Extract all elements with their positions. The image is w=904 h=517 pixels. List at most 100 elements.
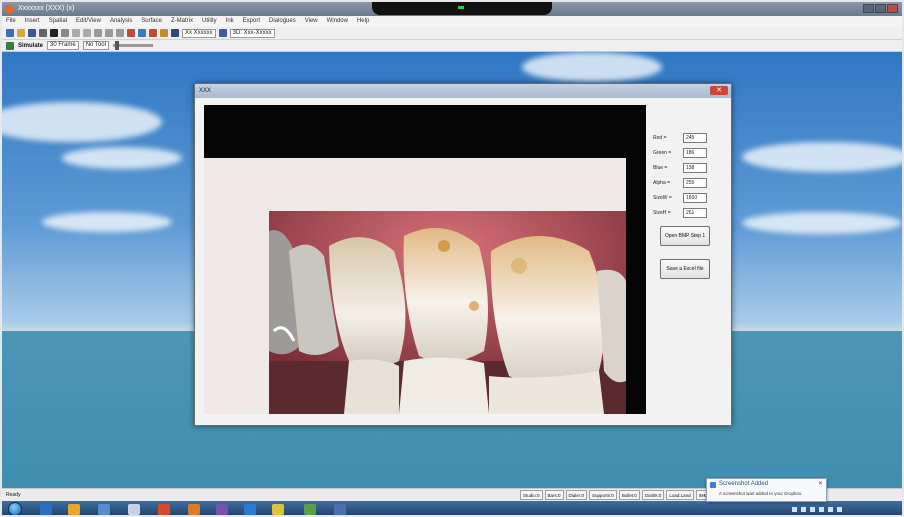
status-pane: Load:Land bbox=[666, 490, 694, 500]
field-alpha: Alpha = bbox=[653, 177, 723, 192]
screen: Xxxxxxx (XXX) (x) File Insert Spatial Ed… bbox=[0, 0, 904, 517]
menu-edit-view[interactable]: Edit/View bbox=[76, 16, 101, 27]
dialog-titlebar[interactable]: XXX bbox=[195, 84, 731, 98]
taskbar-app-icon[interactable] bbox=[128, 504, 140, 515]
cloud bbox=[742, 212, 902, 234]
maximize-button[interactable] bbox=[875, 4, 886, 13]
undo-icon[interactable] bbox=[72, 29, 80, 37]
tool-red-icon[interactable] bbox=[127, 29, 135, 37]
sizew-input[interactable] bbox=[683, 193, 707, 203]
camera-led-icon bbox=[458, 6, 464, 9]
open-folder-icon[interactable] bbox=[17, 29, 25, 37]
field-red: Red = bbox=[653, 132, 723, 147]
save-icon[interactable] bbox=[28, 29, 36, 37]
field-sizew-label: SizeW = bbox=[653, 195, 672, 201]
toolbar-select-2[interactable]: 3D: Xxx-Xxxxx bbox=[229, 28, 275, 38]
simulate-toolbar: Simulate 30 Frame No Tool bbox=[2, 40, 902, 52]
print-icon[interactable] bbox=[39, 29, 47, 37]
tool-3d-icon[interactable] bbox=[218, 29, 227, 37]
taskbar-skype-icon[interactable] bbox=[244, 504, 256, 515]
cut-icon[interactable] bbox=[94, 29, 102, 37]
menu-file[interactable]: File bbox=[6, 16, 16, 27]
close-button[interactable] bbox=[887, 4, 898, 13]
taskbar-app-icon[interactable] bbox=[272, 504, 284, 515]
tool-navy-icon[interactable] bbox=[171, 29, 179, 37]
menu-help[interactable]: Help bbox=[357, 16, 369, 27]
image-canvas[interactable] bbox=[204, 105, 646, 414]
tray-icon[interactable] bbox=[792, 506, 797, 512]
status-pane: Bars:0 bbox=[544, 490, 564, 500]
dropbox-icon bbox=[710, 482, 716, 488]
taskbar-explorer-icon[interactable] bbox=[68, 504, 80, 515]
copy-icon[interactable] bbox=[105, 29, 113, 37]
start-button[interactable] bbox=[8, 502, 22, 515]
dialog-close-button[interactable]: ✕ bbox=[710, 86, 728, 95]
dialog-title: XXX bbox=[199, 88, 212, 94]
point-icon[interactable] bbox=[50, 29, 58, 37]
minimize-button[interactable] bbox=[863, 4, 874, 13]
notification-toast[interactable]: Screenshot Added A screenshot was added … bbox=[706, 478, 827, 502]
tray-icon[interactable] bbox=[819, 506, 824, 512]
open-bmp-button[interactable]: Open BMP Step 1 bbox=[660, 226, 710, 246]
status-ready: Ready bbox=[6, 492, 21, 498]
teeth-photo bbox=[269, 211, 626, 414]
app-icon bbox=[5, 5, 13, 13]
taskbar-chrome-icon[interactable] bbox=[188, 504, 200, 515]
tool-orange-icon[interactable] bbox=[160, 29, 168, 37]
speed-slider[interactable] bbox=[112, 41, 153, 50]
tray-icon[interactable] bbox=[810, 506, 815, 512]
menu-window[interactable]: Window bbox=[327, 16, 348, 27]
new-file-icon[interactable] bbox=[6, 29, 14, 37]
menu-export[interactable]: Export bbox=[243, 16, 260, 27]
menu-z-matrix[interactable]: Z-Matrix bbox=[171, 16, 193, 27]
taskbar-app-icon[interactable] bbox=[216, 504, 228, 515]
toast-close-icon[interactable]: ✕ bbox=[818, 480, 823, 487]
cloud bbox=[42, 212, 172, 232]
taskbar-app-icon[interactable] bbox=[158, 504, 170, 515]
frame-select[interactable]: 30 Frame bbox=[47, 41, 79, 50]
menu-dialogues[interactable]: Dialogues bbox=[269, 16, 296, 27]
menu-utility[interactable]: Utility bbox=[202, 16, 217, 27]
canvas-black-band bbox=[204, 105, 646, 158]
menu-analysis[interactable]: Analysis bbox=[110, 16, 132, 27]
taskbar-app-icon[interactable] bbox=[304, 504, 316, 515]
menu-insert[interactable]: Insert bbox=[25, 16, 40, 27]
canvas-black-edge bbox=[626, 105, 646, 414]
field-red-label: Red = bbox=[653, 135, 667, 141]
cloud bbox=[742, 142, 902, 172]
system-tray bbox=[788, 501, 902, 515]
tray-icon[interactable] bbox=[828, 506, 833, 512]
taskbar-app-icon[interactable] bbox=[334, 504, 346, 515]
menu-ink[interactable]: Ink bbox=[226, 16, 234, 27]
tool-select[interactable]: No Tool bbox=[82, 41, 109, 50]
menu-view[interactable]: View bbox=[305, 16, 318, 27]
green-input[interactable] bbox=[683, 148, 707, 158]
sizeh-input[interactable] bbox=[683, 208, 707, 218]
menu-spatial[interactable]: Spatial bbox=[49, 16, 67, 27]
paste-icon[interactable] bbox=[116, 29, 124, 37]
save-excel-button[interactable]: Save a Excel file bbox=[660, 259, 710, 279]
tray-icon[interactable] bbox=[837, 506, 842, 512]
redo-icon[interactable] bbox=[83, 29, 91, 37]
menu-surface[interactable]: Surface bbox=[141, 16, 162, 27]
status-pane: Studio:0 bbox=[520, 490, 543, 500]
taskbar-ie-icon[interactable] bbox=[40, 504, 52, 515]
toolbar-select-1[interactable]: Xx Xxxxxx bbox=[182, 28, 216, 38]
blue-input[interactable] bbox=[683, 163, 707, 173]
status-pane: Bullet:0 bbox=[618, 490, 640, 500]
taskbar bbox=[2, 501, 902, 515]
alpha-input[interactable] bbox=[683, 178, 707, 188]
status-pane: Dialer:0 bbox=[565, 490, 588, 500]
tool-blue-icon[interactable] bbox=[138, 29, 146, 37]
taskbar-app-icon[interactable] bbox=[98, 504, 110, 515]
main-toolbar: Xx Xxxxxx 3D: Xxx-Xxxxx bbox=[2, 27, 902, 40]
field-blue: Blue = bbox=[653, 162, 723, 177]
camera-notch bbox=[372, 2, 552, 15]
app-title: Xxxxxxx (XXX) (x) bbox=[18, 5, 75, 12]
line-icon[interactable] bbox=[61, 29, 69, 37]
red-input[interactable] bbox=[683, 133, 707, 143]
tray-icon[interactable] bbox=[801, 506, 806, 512]
image-dialog: XXX ✕ Red = 245 Green = 186 Blue = 138 A… bbox=[194, 83, 732, 426]
status-pane: Dialtrk:0 bbox=[641, 490, 665, 500]
tool-red2-icon[interactable] bbox=[149, 29, 157, 37]
